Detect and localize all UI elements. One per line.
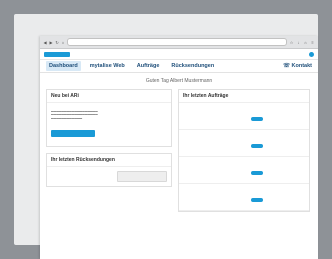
app-topbar	[40, 49, 318, 60]
status-badge	[251, 117, 263, 121]
phone-icon: ☏	[283, 63, 292, 69]
brand-logo[interactable]	[44, 51, 70, 57]
order-item[interactable]	[179, 184, 309, 211]
greeting-text: Guten Tag Albert Mustermann	[145, 78, 213, 84]
home-icon[interactable]: ⌂	[61, 40, 65, 45]
nav-item-mytalise-web[interactable]: mytalise Web	[87, 61, 128, 71]
nav-item-auftraege[interactable]: Aufträge	[134, 61, 163, 71]
back-icon[interactable]: ◀	[43, 40, 47, 45]
news-text: ▬▬▬▬▬▬▬▬▬▬▬▬▬▬▬▬▬▬ ▬▬▬▬▬▬▬▬▬▬▬▬▬▬▬▬▬▬ ▬▬▬▬…	[51, 110, 98, 120]
download-icon[interactable]: ↓	[296, 40, 301, 45]
forward-icon[interactable]: ▶	[49, 40, 53, 45]
status-badge	[251, 144, 263, 148]
orders-card: Ihr letzten Aufträge	[178, 89, 310, 212]
returns-title: Ihr letzten Rücksendungen	[51, 157, 115, 164]
menu-icon[interactable]: ≡	[310, 40, 315, 45]
returns-card: Ihr letzten Rücksendungen	[46, 153, 172, 188]
register-return-button[interactable]	[117, 171, 167, 183]
order-item[interactable]	[179, 130, 309, 157]
status-badge	[251, 198, 263, 202]
dashboard-content: Neu bei ARi ▬▬▬▬▬▬▬▬▬▬▬▬▬▬▬▬▬▬ ▬▬▬▬▬▬▬▬▬▬…	[40, 87, 318, 212]
nav-item-kontakt[interactable]: ☏ Kontakt	[283, 63, 312, 69]
status-badge	[251, 171, 263, 175]
news-more-button[interactable]	[51, 130, 95, 138]
news-title: Neu bei ARi	[51, 93, 79, 99]
order-item[interactable]	[179, 103, 309, 130]
address-bar[interactable]	[67, 38, 287, 46]
refresh-icon[interactable]: ↻	[55, 40, 59, 45]
news-card: Neu bei ARi ▬▬▬▬▬▬▬▬▬▬▬▬▬▬▬▬▬▬ ▬▬▬▬▬▬▬▬▬▬…	[46, 89, 172, 148]
browser-toolbar: ◀ ▶ ↻ ⌂ ☆ ↓ ⌂ ≡	[40, 36, 318, 49]
avatar[interactable]	[309, 51, 314, 57]
nav-item-dashboard[interactable]: Dashboard	[46, 61, 81, 71]
orders-title: Ihr letzten Aufträge	[183, 93, 229, 99]
nav-item-ruecksendungen[interactable]: Rücksendungen	[168, 61, 217, 71]
star-icon[interactable]: ☆	[289, 40, 294, 45]
home-icon[interactable]: ⌂	[303, 40, 308, 45]
browser-window: ◀ ▶ ↻ ⌂ ☆ ↓ ⌂ ≡ Dashboard mytalise Web A…	[40, 36, 318, 259]
main-nav: Dashboard mytalise Web Aufträge Rücksend…	[40, 60, 318, 73]
order-item[interactable]	[179, 157, 309, 184]
